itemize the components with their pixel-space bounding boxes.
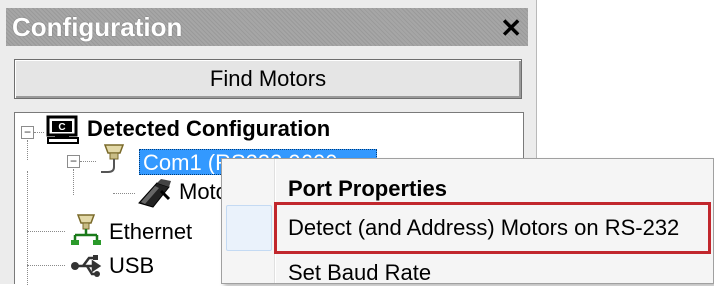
ethernet-icon xyxy=(71,214,101,245)
panel-title: Configuration xyxy=(12,12,183,42)
svg-text:C: C xyxy=(58,122,65,133)
tree-root-label[interactable]: Detected Configuration xyxy=(87,116,330,142)
panel-titlebar: Configuration ✕ xyxy=(6,8,528,46)
menu-item-port-properties[interactable]: Port Properties xyxy=(288,176,447,202)
close-icon[interactable]: ✕ xyxy=(500,9,522,47)
serial-port-icon xyxy=(101,144,125,173)
tree-item-ethernet[interactable]: Ethernet xyxy=(109,219,192,245)
computer-icon: C xyxy=(46,115,79,144)
tree-item-usb[interactable]: USB xyxy=(109,253,154,279)
menu-item-icon-placeholder xyxy=(226,205,272,251)
motor-icon xyxy=(138,179,171,208)
collapse-icon[interactable]: − xyxy=(67,155,80,168)
highlight-outline xyxy=(274,202,711,254)
find-motors-button[interactable]: Find Motors xyxy=(14,59,522,99)
collapse-icon[interactable]: − xyxy=(21,126,34,139)
usb-icon xyxy=(71,255,102,277)
menu-item-set-baud-rate[interactable]: Set Baud Rate xyxy=(288,260,431,286)
